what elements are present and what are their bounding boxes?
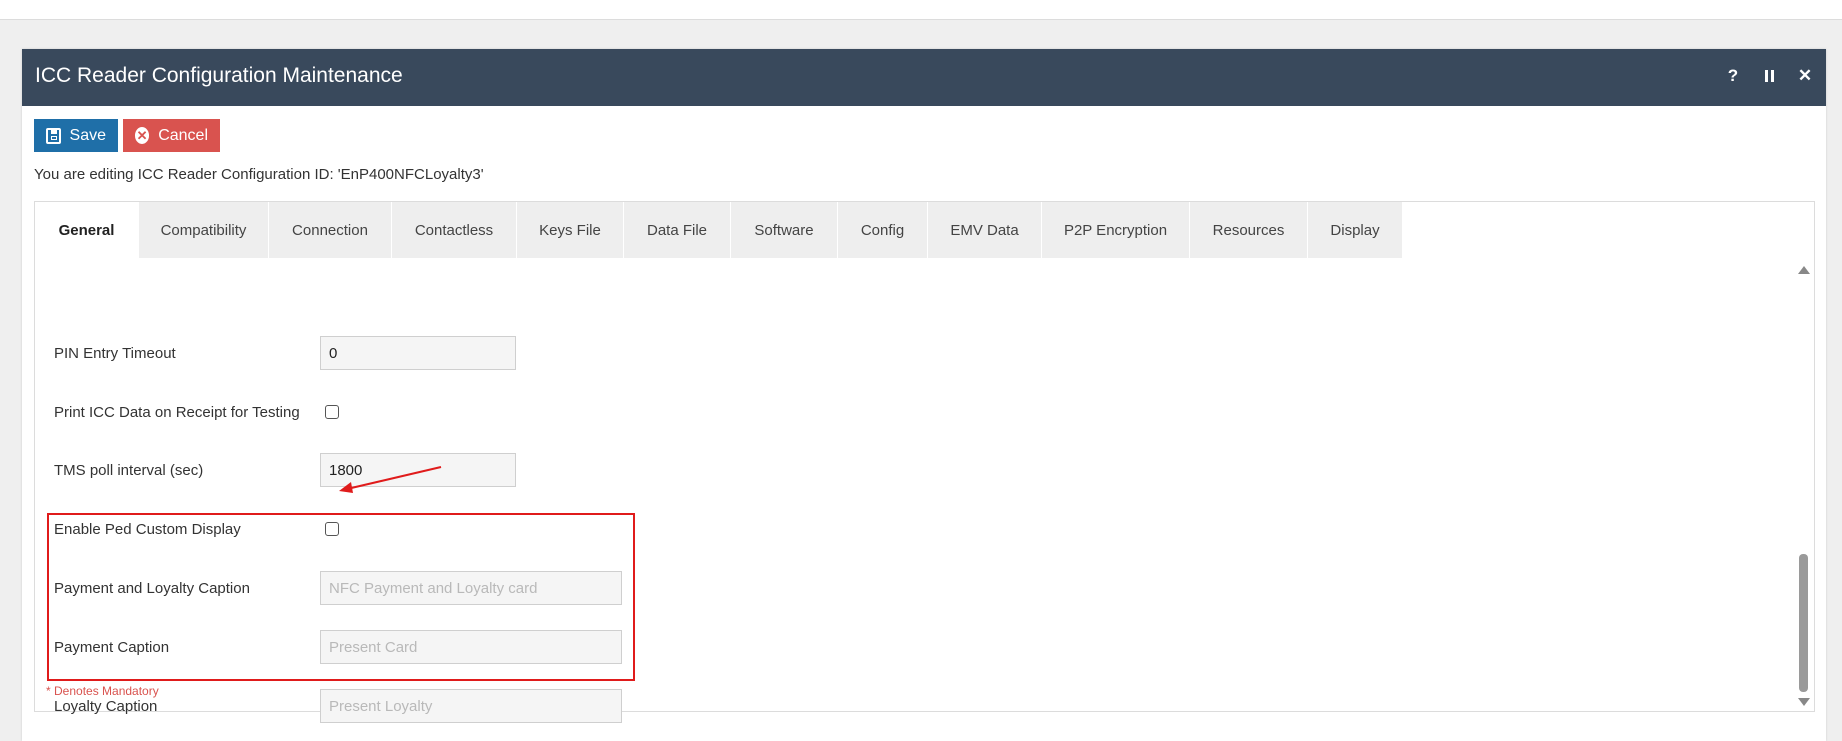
tab-panel: General Compatibility Connection Contact… xyxy=(34,201,1815,723)
loyalty-caption-input[interactable] xyxy=(320,689,622,723)
save-label: Save xyxy=(69,126,106,144)
tab-display[interactable]: Display xyxy=(1308,202,1403,258)
help-icon[interactable]: ? xyxy=(1722,65,1744,87)
payment-caption-input[interactable] xyxy=(320,630,622,664)
cancel-button[interactable]: ✕ Cancel xyxy=(123,119,220,152)
tab-resources[interactable]: Resources xyxy=(1190,202,1308,258)
config-dialog: ICC Reader Configuration Maintenance ? ✕… xyxy=(22,49,1826,741)
payment-caption-label: Payment Caption xyxy=(54,639,170,656)
scroll-thumb[interactable] xyxy=(1799,554,1808,692)
annotation-arrow xyxy=(339,466,442,493)
tab-data-file[interactable]: Data File xyxy=(624,202,731,258)
dialog-title: ICC Reader Configuration Maintenance xyxy=(35,64,403,87)
pin-timeout-input[interactable] xyxy=(320,336,516,370)
loyalty-caption-label: Loyalty Caption xyxy=(54,698,158,715)
payment-loyalty-caption-row: Payment and Loyalty Caption xyxy=(35,571,1735,607)
scroll-up-icon[interactable] xyxy=(1798,266,1810,274)
pause-icon[interactable] xyxy=(1758,65,1780,87)
tab-compatibility[interactable]: Compatibility xyxy=(139,202,269,258)
tab-config[interactable]: Config xyxy=(838,202,928,258)
tab-general[interactable]: General xyxy=(35,202,139,258)
tab-keys-file[interactable]: Keys File xyxy=(517,202,624,258)
tab-p2p-encryption[interactable]: P2P Encryption xyxy=(1042,202,1190,258)
scrollbar[interactable] xyxy=(1797,258,1811,710)
cancel-circle-x-icon: ✕ xyxy=(135,127,150,144)
tms-poll-row: TMS poll interval (sec) xyxy=(35,453,1735,489)
editing-info: You are editing ICC Reader Configuration… xyxy=(34,166,484,183)
mandatory-note: * Denotes Mandatory xyxy=(46,684,159,698)
top-strip xyxy=(0,0,1842,20)
tms-poll-label: TMS poll interval (sec) xyxy=(54,462,204,479)
tab-emv-data[interactable]: EMV Data xyxy=(928,202,1042,258)
print-icc-row: Print ICC Data on Receipt for Testing xyxy=(35,395,1735,431)
titlebar-controls: ? ✕ xyxy=(1722,65,1816,87)
tab-contactless[interactable]: Contactless xyxy=(392,202,517,258)
dialog-titlebar: ICC Reader Configuration Maintenance ? ✕ xyxy=(22,49,1826,106)
print-icc-label: Print ICC Data on Receipt for Testing xyxy=(54,404,300,421)
print-icc-checkbox[interactable] xyxy=(325,405,339,419)
close-icon[interactable]: ✕ xyxy=(1794,65,1816,87)
pin-timeout-row: PIN Entry Timeout xyxy=(35,336,1735,372)
pin-timeout-label: PIN Entry Timeout xyxy=(54,345,176,362)
scroll-down-icon[interactable] xyxy=(1798,698,1810,706)
payment-loyalty-caption-label: Payment and Loyalty Caption xyxy=(54,580,250,597)
save-button[interactable]: Save xyxy=(34,119,118,152)
tab-connection[interactable]: Connection xyxy=(269,202,392,258)
loyalty-caption-row: Loyalty Caption xyxy=(35,689,1735,725)
tab-software[interactable]: Software xyxy=(731,202,838,258)
save-disk-icon xyxy=(46,127,61,144)
tab-bar: General Compatibility Connection Contact… xyxy=(35,202,1403,258)
payment-caption-row: Payment Caption xyxy=(35,630,1735,666)
cancel-label: Cancel xyxy=(158,126,208,144)
payment-loyalty-caption-input[interactable] xyxy=(320,571,622,605)
